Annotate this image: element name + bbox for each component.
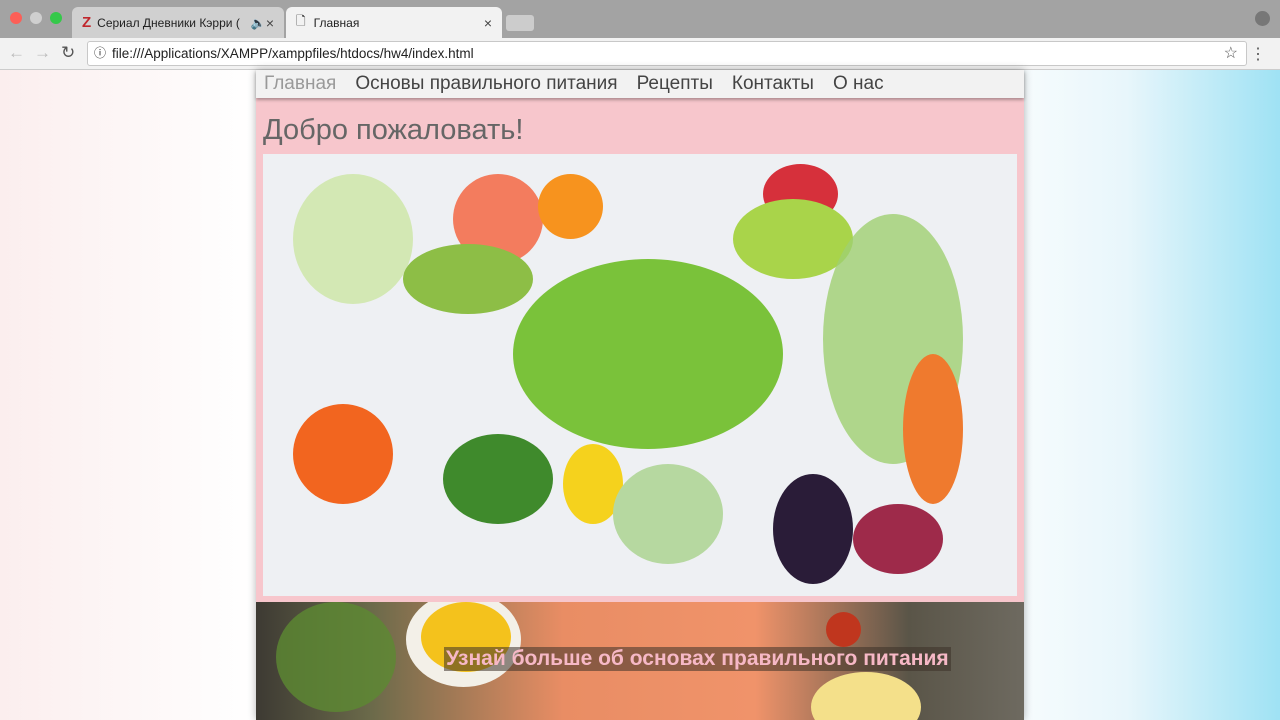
menu-item-contacts[interactable]: Контакты: [732, 70, 814, 98]
minimize-window-button[interactable]: [30, 12, 42, 24]
vegetables-image: [263, 154, 1017, 596]
banner-caption[interactable]: Узнай больше об основах правильного пита…: [444, 647, 951, 671]
site-container: Главная Основы правильного питания Рецеп…: [256, 70, 1024, 720]
forward-icon[interactable]: →: [34, 43, 51, 63]
toolbar: ← → ↻ ⓘ file:///Applications/XAMPP/xampp…: [0, 38, 1280, 70]
menu-item-nutrition[interactable]: Основы правильного питания: [355, 70, 617, 98]
reload-icon[interactable]: ↻: [61, 43, 75, 63]
page-title: Добро пожаловать!: [263, 114, 524, 146]
tab-label: Сериал Дневники Кэрри (: [97, 15, 240, 30]
new-tab-button[interactable]: [506, 15, 534, 31]
tab-label: Главная: [313, 15, 360, 30]
z-favicon-icon: Z: [82, 14, 92, 31]
tab-home[interactable]: 🗋 Главная ×: [286, 7, 502, 38]
menu-item-about[interactable]: О нас: [833, 70, 884, 98]
address-bar[interactable]: ⓘ file:///Applications/XAMPP/xamppfiles/…: [87, 41, 1247, 66]
back-icon[interactable]: ←: [8, 43, 25, 63]
zoom-window-button[interactable]: [50, 12, 62, 24]
page-icon: 🗋: [296, 14, 306, 28]
menu-item-home[interactable]: Главная: [264, 70, 336, 98]
profile-icon[interactable]: [1255, 11, 1270, 26]
tab-bar: Z Сериал Дневники Кэрри ( 🔈 × 🗋 Главная …: [0, 0, 1280, 38]
menu-item-recipes[interactable]: Рецепты: [637, 70, 713, 98]
close-tab-icon[interactable]: ×: [484, 15, 492, 31]
nutrition-banner[interactable]: Узнай больше об основах правильного пита…: [256, 602, 1024, 720]
menu-icon[interactable]: ⋮: [1250, 44, 1266, 64]
url-text: file:///Applications/XAMPP/xamppfiles/ht…: [112, 46, 474, 61]
speaker-icon[interactable]: 🔈: [251, 16, 266, 30]
close-window-button[interactable]: [10, 12, 22, 24]
tab-serial[interactable]: Z Сериал Дневники Кэрри ( 🔈 ×: [72, 7, 284, 38]
page-background: Главная Основы правильного питания Рецеп…: [0, 70, 1280, 720]
main-menu: Главная Основы правильного питания Рецеп…: [256, 70, 1024, 98]
info-icon: ⓘ: [94, 46, 107, 60]
bookmark-star-icon[interactable]: ☆: [1224, 42, 1238, 65]
close-tab-icon[interactable]: ×: [266, 15, 274, 31]
